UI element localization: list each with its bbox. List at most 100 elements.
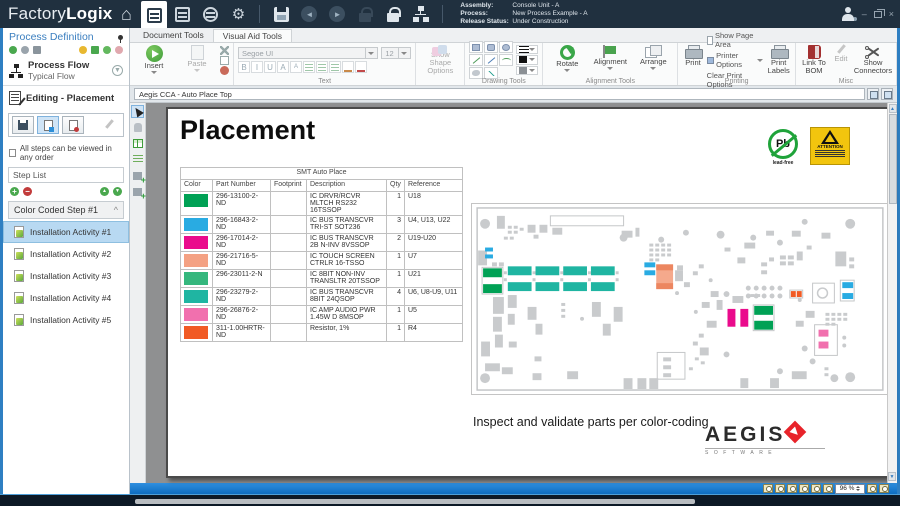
paste-button[interactable]: Paste: [177, 45, 217, 75]
select-tool[interactable]: [131, 105, 144, 118]
pan-left-icon[interactable]: [867, 484, 877, 493]
home-icon[interactable]: ⌂: [113, 1, 139, 27]
minimize-button[interactable]: –: [862, 9, 867, 19]
approve-icon[interactable]: [103, 46, 111, 54]
copy-icon[interactable]: [220, 56, 229, 65]
highlight-icon[interactable]: [79, 46, 87, 54]
rounded-rect-tool[interactable]: [484, 41, 498, 53]
float-window-icon[interactable]: [867, 88, 879, 100]
step-group-header[interactable]: Color Coded Step #1 ^: [8, 201, 124, 219]
show-connectors-button[interactable]: Show Connectors: [854, 45, 892, 75]
font-family-select[interactable]: Segoe UI: [238, 47, 378, 59]
zoom-level-spinner[interactable]: 96 %: [835, 484, 865, 494]
lock-icon[interactable]: [380, 1, 406, 27]
font-size-select[interactable]: 12: [381, 47, 411, 59]
vertical-scrollbar[interactable]: ▲ ▼: [887, 103, 897, 483]
maximize-doc-icon[interactable]: [881, 88, 893, 100]
align-center-button[interactable]: [316, 61, 328, 73]
step-item-2[interactable]: Installation Activity #2: [3, 243, 129, 265]
refresh-icon[interactable]: [9, 46, 17, 54]
add-column-tool[interactable]: [131, 185, 144, 198]
rotate-button[interactable]: Rotate: [547, 45, 587, 75]
move-down-button[interactable]: ▼: [113, 187, 122, 196]
pan-right-icon[interactable]: [879, 484, 889, 493]
ellipse-tool[interactable]: [499, 41, 513, 53]
back-button[interactable]: ◄: [296, 1, 322, 27]
format-painter-icon[interactable]: [220, 66, 229, 75]
zoom-select-icon[interactable]: [775, 484, 785, 493]
production-module-icon[interactable]: [169, 1, 195, 27]
list-tool[interactable]: [131, 153, 144, 166]
step-item-3[interactable]: Installation Activity #3: [3, 265, 129, 287]
italic-button[interactable]: I: [251, 61, 263, 73]
add-step-button[interactable]: +: [10, 187, 19, 196]
any-order-checkbox[interactable]: [9, 149, 16, 157]
process-flow-row[interactable]: Process Flow Typical Flow ▼: [3, 56, 129, 85]
arrange-button[interactable]: Arrange: [633, 45, 673, 75]
line-style-select[interactable]: [516, 45, 538, 54]
printer-options-button[interactable]: Printer Options: [707, 51, 764, 69]
edit-button[interactable]: Edit: [831, 45, 851, 75]
gear-icon[interactable]: [21, 46, 29, 54]
alignment-button[interactable]: Alignment: [590, 45, 630, 75]
document-canvas[interactable]: Placement Pb lead-free ATTENTION SMT Aut…: [146, 103, 897, 483]
underline-button[interactable]: U: [264, 61, 276, 73]
import-step-button[interactable]: [37, 116, 59, 134]
document-title-field[interactable]: Aegis CCA - Auto Place Top: [134, 88, 865, 100]
step-item-1[interactable]: Installation Activity #1: [3, 221, 129, 243]
zoom-in-icon[interactable]: [787, 484, 797, 493]
add-row-tool[interactable]: [131, 169, 144, 182]
cut-icon[interactable]: [220, 46, 229, 55]
line-color-select[interactable]: [516, 55, 538, 64]
collapse-icon[interactable]: ^: [114, 205, 118, 215]
zoom-lock-icon[interactable]: [763, 484, 773, 493]
show-page-area-button[interactable]: Show Page Area: [707, 31, 764, 49]
move-up-button[interactable]: ▲: [100, 187, 109, 196]
print-labels-button[interactable]: Print Labels: [766, 45, 791, 75]
zoom-fit-width-icon[interactable]: [811, 484, 821, 493]
scrollbar-thumb[interactable]: [889, 114, 897, 204]
tab-visual-aid-tools[interactable]: Visual Aid Tools: [213, 29, 292, 42]
pan-tool[interactable]: [131, 121, 144, 134]
link-to-bom-button[interactable]: Link To BOM: [800, 45, 828, 75]
insert-button[interactable]: Insert: [134, 45, 174, 75]
close-button[interactable]: ×: [889, 9, 894, 19]
save-step-button[interactable]: [12, 116, 34, 134]
pin-icon[interactable]: [118, 35, 123, 40]
remove-step-list-button[interactable]: −: [23, 187, 32, 196]
table-tool[interactable]: [131, 137, 144, 150]
highlight-color-button[interactable]: [342, 61, 354, 73]
bold-button[interactable]: B: [238, 61, 250, 73]
zoom-fit-page-icon[interactable]: [823, 484, 833, 493]
restore-button[interactable]: [874, 11, 882, 18]
shrink-font-button[interactable]: A: [290, 61, 302, 73]
arc-tool[interactable]: [499, 54, 513, 66]
scroll-up-icon[interactable]: ▲: [889, 104, 897, 113]
align-left-button[interactable]: [303, 61, 315, 73]
step-item-4[interactable]: Installation Activity #4: [3, 287, 129, 309]
settings-gear-icon[interactable]: ⚙: [225, 1, 251, 27]
grow-font-button[interactable]: A: [277, 61, 289, 73]
user-icon[interactable]: [841, 7, 855, 21]
align-right-button[interactable]: [329, 61, 341, 73]
save-button[interactable]: [268, 1, 294, 27]
reject-icon[interactable]: [115, 46, 123, 54]
edit-step-button[interactable]: [98, 116, 120, 134]
fill-color-select[interactable]: [516, 66, 538, 75]
process-tree-icon[interactable]: [408, 1, 434, 27]
step-item-5[interactable]: Installation Activity #5: [3, 309, 129, 331]
zoom-out-icon[interactable]: [799, 484, 809, 493]
remove-step-button[interactable]: [62, 116, 84, 134]
show-shape-options-button[interactable]: Show Shape Options: [420, 45, 460, 75]
windows-module-icon[interactable]: [197, 1, 223, 27]
unlock-icon[interactable]: [352, 1, 378, 27]
forward-button[interactable]: ►: [324, 1, 350, 27]
expand-arrow-icon[interactable]: ▼: [112, 65, 123, 76]
arrow-tool[interactable]: [484, 54, 498, 66]
tab-document-tools[interactable]: Document Tools: [134, 29, 213, 42]
flag-icon[interactable]: [91, 46, 99, 54]
line-tool[interactable]: [469, 54, 483, 66]
rect-tool[interactable]: [469, 41, 483, 53]
document-page[interactable]: Placement Pb lead-free ATTENTION SMT Aut…: [166, 107, 892, 478]
scroll-down-icon[interactable]: ▼: [888, 472, 896, 481]
